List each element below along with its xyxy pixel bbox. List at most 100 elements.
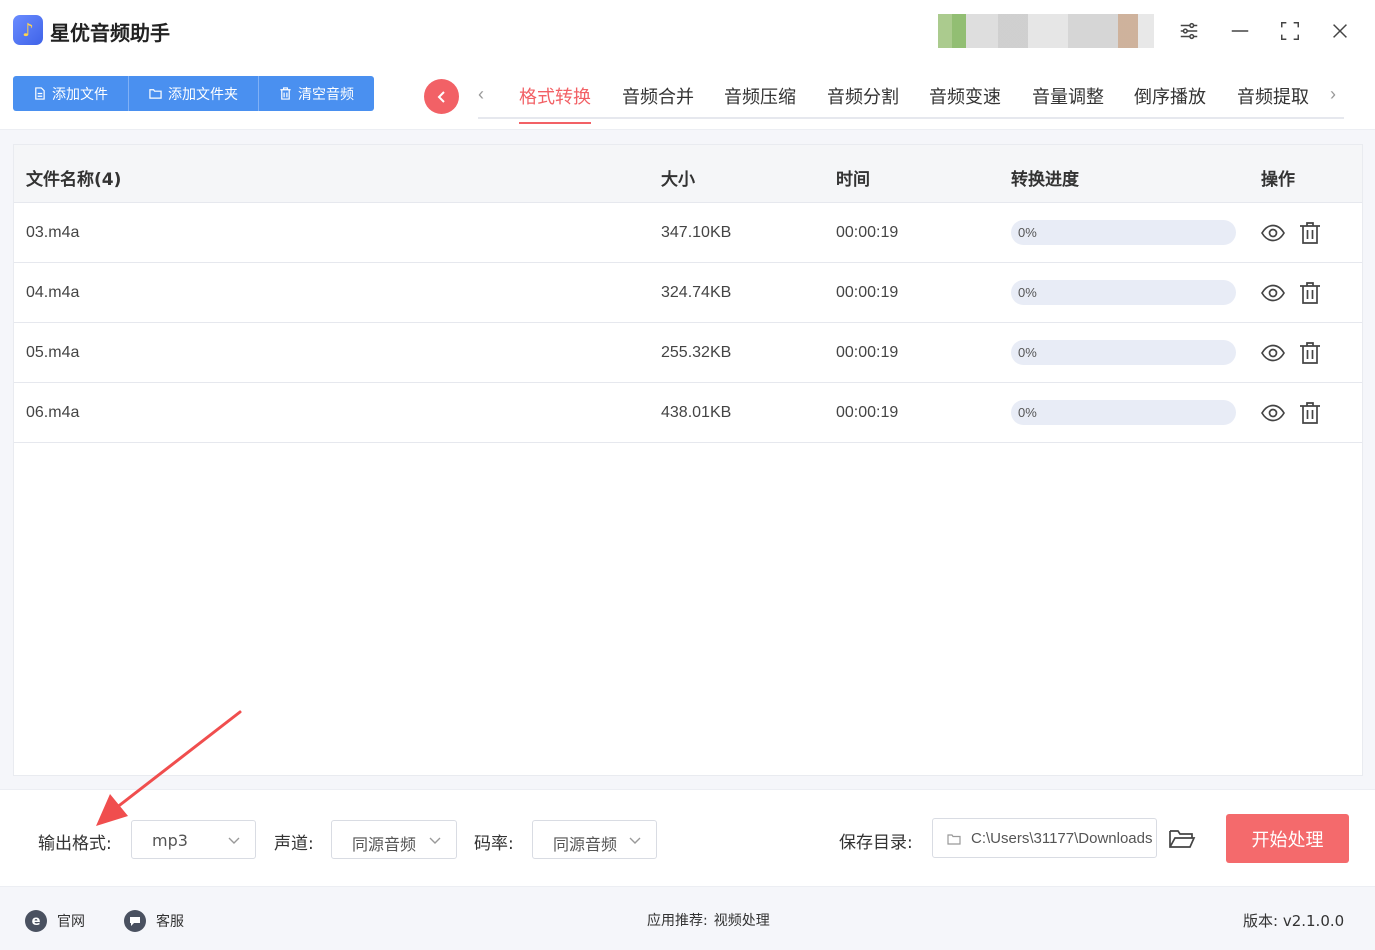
toolbar: 添加文件 添加文件夹 清空音频 ‹ 格式转换 音频合并 音频压缩 音频分割 音频… xyxy=(0,62,1375,130)
bitrate-value: 同源音频 xyxy=(553,835,618,854)
file-size: 255.32KB xyxy=(661,344,732,361)
tab-audio-split[interactable]: 音频分割 xyxy=(827,83,899,109)
website-link[interactable]: e 官网 xyxy=(25,910,85,932)
header-file-name: 文件名称(4) xyxy=(26,170,122,190)
support-label: 客服 xyxy=(156,914,184,930)
folder-icon xyxy=(149,89,162,99)
progress-label: 0% xyxy=(1018,285,1037,300)
recommend-label: 应用推荐: xyxy=(647,913,708,929)
output-format-select[interactable]: mp3 xyxy=(131,820,256,859)
tab-audio-speed[interactable]: 音频变速 xyxy=(929,83,1001,109)
preview-eye-icon[interactable] xyxy=(1260,220,1286,246)
open-folder-icon[interactable] xyxy=(1168,825,1196,853)
browser-e-icon: e xyxy=(25,910,47,932)
clear-audio-label: 清空音频 xyxy=(298,86,354,103)
file-name: 03.m4a xyxy=(26,224,80,241)
clear-audio-button[interactable]: 清空音频 xyxy=(259,76,374,111)
delete-trash-icon[interactable] xyxy=(1297,400,1323,426)
add-file-button[interactable]: 添加文件 xyxy=(13,76,129,111)
tab-audio-extract[interactable]: 音频提取 xyxy=(1237,83,1309,109)
recommend-video-link[interactable]: 视频处理 xyxy=(714,910,770,930)
tab-reverse-play[interactable]: 倒序播放 xyxy=(1134,83,1206,109)
progress-bar: 0% xyxy=(1011,340,1236,365)
table-row[interactable]: 04.m4a 324.74KB 00:00:19 0% xyxy=(14,263,1362,323)
progress-label: 0% xyxy=(1018,405,1037,420)
table-row[interactable]: 03.m4a 347.10KB 00:00:19 0% xyxy=(14,203,1362,263)
function-tabs: ‹ 格式转换 音频合并 音频压缩 音频分割 音频变速 音量调整 倒序播放 音频提… xyxy=(478,72,1344,124)
chat-bubble-icon xyxy=(124,910,146,932)
preview-eye-icon[interactable] xyxy=(1260,280,1286,306)
bitrate-label: 码率: xyxy=(474,834,514,854)
header-action: 操作 xyxy=(1261,170,1295,190)
title-bar: ♪ 星优音频助手 xyxy=(0,0,1375,62)
file-size: 438.01KB xyxy=(661,404,732,421)
version-text: 版本: v2.1.0.0 xyxy=(1243,912,1345,930)
trash-icon xyxy=(280,87,291,100)
collapse-back-button[interactable] xyxy=(424,79,459,114)
folder-outline-icon xyxy=(947,834,961,845)
support-link[interactable]: 客服 xyxy=(124,910,184,932)
progress-label: 0% xyxy=(1018,225,1037,240)
add-folder-button[interactable]: 添加文件夹 xyxy=(129,76,259,111)
table-row[interactable]: 05.m4a 255.32KB 00:00:19 0% xyxy=(14,323,1362,383)
chevron-down-icon xyxy=(429,837,441,844)
tab-volume-adjust[interactable]: 音量调整 xyxy=(1032,83,1104,109)
file-icon xyxy=(35,87,45,100)
progress-bar: 0% xyxy=(1011,220,1236,245)
app-logo-icon: ♪ xyxy=(13,15,43,45)
close-icon[interactable] xyxy=(1327,18,1353,44)
user-avatar[interactable] xyxy=(938,14,1154,48)
settings-sliders-icon[interactable] xyxy=(1176,18,1202,44)
tab-scroll-left-icon[interactable]: ‹ xyxy=(478,84,484,105)
preview-eye-icon[interactable] xyxy=(1260,400,1286,426)
channel-value: 同源音频 xyxy=(352,835,417,854)
tab-format-convert[interactable]: 格式转换 xyxy=(519,83,591,124)
tab-audio-compress[interactable]: 音频压缩 xyxy=(724,83,796,109)
table-empty-area xyxy=(14,443,1362,775)
tab-scroll-right-icon[interactable]: › xyxy=(1330,84,1336,105)
file-name: 05.m4a xyxy=(26,344,80,361)
tab-audio-merge[interactable]: 音频合并 xyxy=(622,83,694,109)
file-size: 324.74KB xyxy=(661,284,732,301)
chevron-down-icon xyxy=(629,837,641,844)
preview-eye-icon[interactable] xyxy=(1260,340,1286,366)
minimize-icon[interactable] xyxy=(1227,18,1253,44)
chevron-down-icon xyxy=(228,837,240,844)
output-settings-bar: 输出格式: mp3 声道: 同源音频 码率: 同源音频 保存目录: C:\Use… xyxy=(0,789,1375,887)
delete-trash-icon[interactable] xyxy=(1297,340,1323,366)
file-duration: 00:00:19 xyxy=(836,284,899,301)
file-button-group: 添加文件 添加文件夹 清空音频 xyxy=(13,76,374,111)
app-recommend: 应用推荐: 视频处理 xyxy=(647,910,770,930)
progress-label: 0% xyxy=(1018,345,1037,360)
output-format-value: mp3 xyxy=(152,831,188,850)
file-size: 347.10KB xyxy=(661,224,732,241)
channel-label: 声道: xyxy=(274,834,314,854)
progress-bar: 0% xyxy=(1011,400,1236,425)
header-progress: 转换进度 xyxy=(1011,170,1079,190)
table-header: 文件名称(4) 大小 时间 转换进度 操作 xyxy=(14,145,1362,203)
progress-bar: 0% xyxy=(1011,280,1236,305)
file-duration: 00:00:19 xyxy=(836,344,899,361)
output-format-label: 输出格式: xyxy=(38,834,112,854)
header-time: 时间 xyxy=(836,170,870,190)
file-duration: 00:00:19 xyxy=(836,224,899,241)
bitrate-select[interactable]: 同源音频 xyxy=(532,820,657,859)
start-process-button[interactable]: 开始处理 xyxy=(1226,814,1349,863)
website-label: 官网 xyxy=(57,914,85,930)
save-directory-input[interactable]: C:\Users\31177\Downloads xyxy=(932,818,1157,858)
maximize-icon[interactable] xyxy=(1277,18,1303,44)
save-directory-value: C:\Users\31177\Downloads xyxy=(971,830,1153,847)
add-file-label: 添加文件 xyxy=(52,86,108,103)
delete-trash-icon[interactable] xyxy=(1297,220,1323,246)
delete-trash-icon[interactable] xyxy=(1297,280,1323,306)
save-directory-label: 保存目录: xyxy=(839,833,913,853)
chevron-left-icon xyxy=(437,90,445,103)
add-folder-label: 添加文件夹 xyxy=(168,86,238,103)
channel-select[interactable]: 同源音频 xyxy=(331,820,457,859)
app-title: 星优音频助手 xyxy=(50,21,170,45)
file-name: 04.m4a xyxy=(26,284,80,301)
table-row[interactable]: 06.m4a 438.01KB 00:00:19 0% xyxy=(14,383,1362,443)
file-duration: 00:00:19 xyxy=(836,404,899,421)
footer: e 官网 客服 应用推荐: 视频处理 版本: v2.1.0.0 xyxy=(0,888,1375,950)
file-table: 文件名称(4) 大小 时间 转换进度 操作 03.m4a 347.10KB 00… xyxy=(13,144,1363,776)
